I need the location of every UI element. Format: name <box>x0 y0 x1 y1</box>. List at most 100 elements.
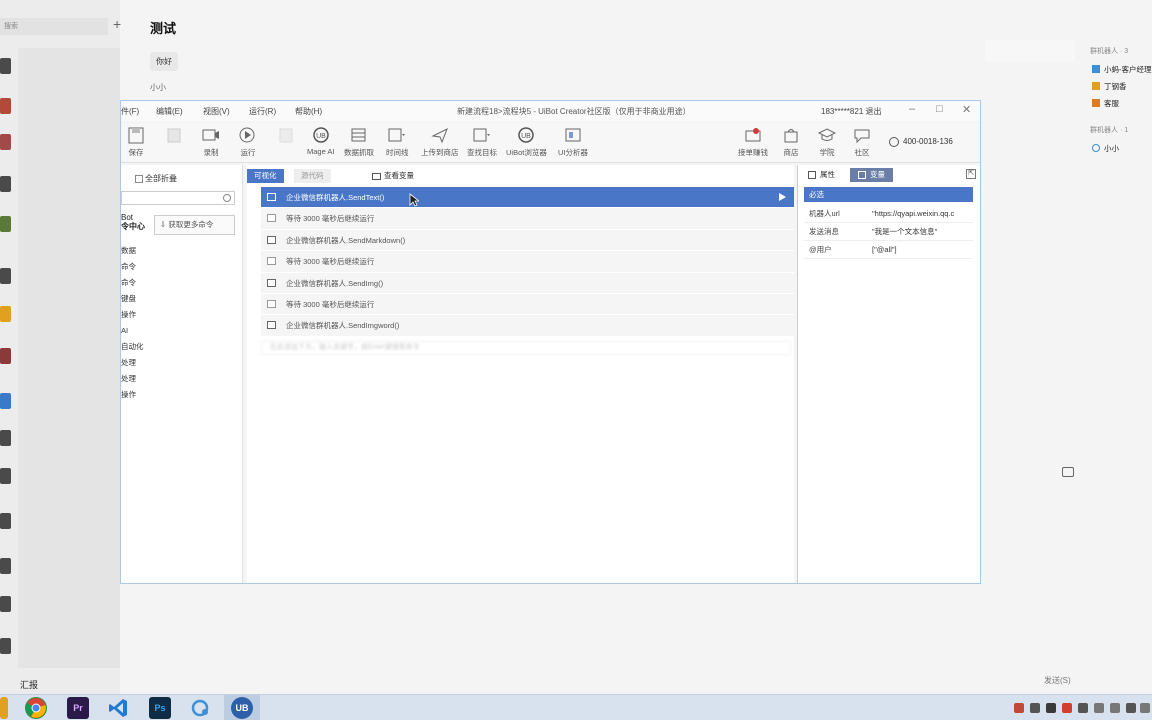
step-send-img[interactable]: 企业微信群机器人.SendImg() <box>261 272 794 294</box>
property-row[interactable]: 发送消息 "我是一个文本信息" <box>804 223 973 241</box>
menu-help[interactable]: 帮助(H) <box>295 106 322 117</box>
avatar[interactable] <box>0 638 11 654</box>
command-category[interactable]: 自动化 <box>121 339 144 355</box>
command-category[interactable]: 操作 <box>121 307 144 323</box>
avatar[interactable] <box>0 558 11 574</box>
avatar[interactable] <box>0 306 11 322</box>
academy-button[interactable]: 学院 <box>817 127 837 158</box>
menu-edit[interactable]: 编辑(E) <box>156 106 183 117</box>
command-category[interactable]: 处理 <box>121 355 144 371</box>
avatar[interactable] <box>0 513 11 529</box>
step-send-imgword[interactable]: 企业微信群机器人.SendImgword() <box>261 315 794 337</box>
command-search-input[interactable] <box>121 191 235 205</box>
user-account[interactable]: 183*****821 退出 <box>821 106 881 117</box>
uibot-icon[interactable]: UB <box>231 697 253 719</box>
find-target-button[interactable]: 查找目标 <box>467 127 497 158</box>
step-wait[interactable]: 等待 3000 毫秒后继续运行 <box>261 208 794 230</box>
tray-icon[interactable] <box>1078 703 1088 713</box>
get-more-commands-button[interactable]: ⇩ 获取更多命令 <box>154 215 235 235</box>
chrome-icon[interactable] <box>25 697 47 719</box>
ui-analyzer-button[interactable]: UI分析器 <box>558 127 588 158</box>
avatar[interactable] <box>0 348 11 364</box>
command-category[interactable]: 命令 <box>121 259 144 275</box>
mage-ai-button[interactable]: UB Mage AI <box>307 127 335 156</box>
avatar[interactable] <box>0 393 11 409</box>
tab-variables[interactable]: 变量 <box>850 168 893 182</box>
save-button[interactable]: 保存 <box>127 127 145 158</box>
tray-icon[interactable] <box>1140 703 1150 713</box>
play-icon[interactable] <box>779 193 786 201</box>
collapse-all-checkbox[interactable]: 全部折叠 <box>135 173 177 184</box>
property-row[interactable]: @用户 ["@all"] <box>804 241 973 259</box>
upload-button[interactable]: 上传到商店 <box>421 127 459 158</box>
tab-properties[interactable]: 属性 <box>800 168 843 182</box>
view-variables-button[interactable]: 查看变量 <box>365 169 421 183</box>
step-wait[interactable]: 等待 3000 毫秒后继续运行 <box>261 251 794 273</box>
tray-icon[interactable] <box>1014 703 1024 713</box>
property-value[interactable]: "我是一个文本信息" <box>872 223 971 241</box>
property-row[interactable]: 机器人url "https://qyapi.weixin.qq.c <box>804 205 973 223</box>
maximize-icon[interactable]: □ <box>936 103 943 115</box>
member-item[interactable]: 客服 <box>1086 96 1152 113</box>
tray-icon[interactable] <box>1046 703 1056 713</box>
earn-button[interactable]: 接单赚钱 <box>738 127 768 158</box>
start-icon[interactable] <box>0 697 8 719</box>
menu-run[interactable]: 运行(R) <box>249 106 276 117</box>
tab-source[interactable]: 源代码 <box>294 169 331 183</box>
report-label[interactable]: 汇报 <box>20 678 38 691</box>
command-category[interactable]: AI <box>121 323 144 339</box>
run-button[interactable]: 运行 <box>239 127 257 158</box>
step-send-text[interactable]: 企业微信群机器人.SendText() <box>261 187 794 209</box>
step-wait[interactable]: 等待 3000 毫秒后继续运行 <box>261 293 794 316</box>
avatar[interactable] <box>0 58 11 74</box>
people-header: 群机器人 · 1 <box>1090 127 1129 134</box>
add-chat-icon[interactable]: + <box>113 16 121 32</box>
premiere-icon[interactable]: Pr <box>67 697 89 719</box>
menu-view[interactable]: 视图(V) <box>203 106 230 117</box>
command-category[interactable]: 命令 <box>121 275 144 291</box>
minimize-icon[interactable]: – <box>909 103 915 115</box>
send-button[interactable]: 发送(S) <box>1044 675 1071 686</box>
uibot-browser-button[interactable]: UB UiBot浏览器 <box>506 127 547 158</box>
chat-app-icon[interactable] <box>190 697 212 719</box>
close-panel-icon[interactable]: ⇱ <box>966 169 976 179</box>
data-scrape-button[interactable]: 数据抓取 <box>344 127 374 158</box>
store-button[interactable]: 商店 <box>782 127 800 158</box>
tray-icon[interactable] <box>1094 703 1104 713</box>
step-send-markdown[interactable]: 企业微信群机器人.SendMarkdown() <box>261 229 794 252</box>
chat-search-input[interactable]: 搜索 <box>0 18 108 35</box>
avatar[interactable] <box>0 596 11 612</box>
avatar[interactable] <box>0 176 11 192</box>
avatar[interactable] <box>0 468 11 484</box>
avatar[interactable] <box>0 268 11 284</box>
message-icon[interactable] <box>1062 467 1074 477</box>
community-button[interactable]: 社区 <box>853 127 871 158</box>
member-item[interactable]: 小蚂-客户经理 <box>1086 62 1152 79</box>
avatar[interactable] <box>0 98 11 114</box>
avatar[interactable] <box>0 134 11 150</box>
vscode-icon[interactable] <box>107 697 129 719</box>
command-category[interactable]: 数据 <box>121 243 144 259</box>
avatar[interactable] <box>0 430 11 446</box>
tray-icon[interactable] <box>1062 703 1072 713</box>
command-category[interactable]: 键盘 <box>121 291 144 307</box>
add-command-input[interactable]: 在此添加下方，输入关键字，按Enter键搜索命令 <box>261 341 791 355</box>
command-center-label[interactable]: Bot 令中心 <box>121 213 145 231</box>
photoshop-icon[interactable]: Ps <box>149 697 171 719</box>
avatar[interactable] <box>0 216 11 232</box>
tray-icon[interactable] <box>1110 703 1120 713</box>
tray-icon[interactable] <box>1126 703 1136 713</box>
member-item[interactable]: 小小 <box>1086 141 1152 158</box>
close-icon[interactable]: ✕ <box>962 103 971 116</box>
menu-file[interactable]: 件(F) <box>121 106 139 117</box>
member-item[interactable]: 丁钢香 <box>1086 79 1152 96</box>
required-section[interactable]: 必选 <box>804 187 973 202</box>
command-category[interactable]: 处理 <box>121 371 144 387</box>
command-category[interactable]: 操作 <box>121 387 144 403</box>
timeline-button[interactable]: 时间线 <box>386 127 409 158</box>
property-value[interactable]: ["@all"] <box>872 241 971 259</box>
record-button[interactable]: 录制 <box>202 127 220 158</box>
tray-icon[interactable] <box>1030 703 1040 713</box>
property-value[interactable]: "https://qyapi.weixin.qq.c <box>872 205 971 223</box>
tab-visual[interactable]: 可视化 <box>247 169 284 183</box>
